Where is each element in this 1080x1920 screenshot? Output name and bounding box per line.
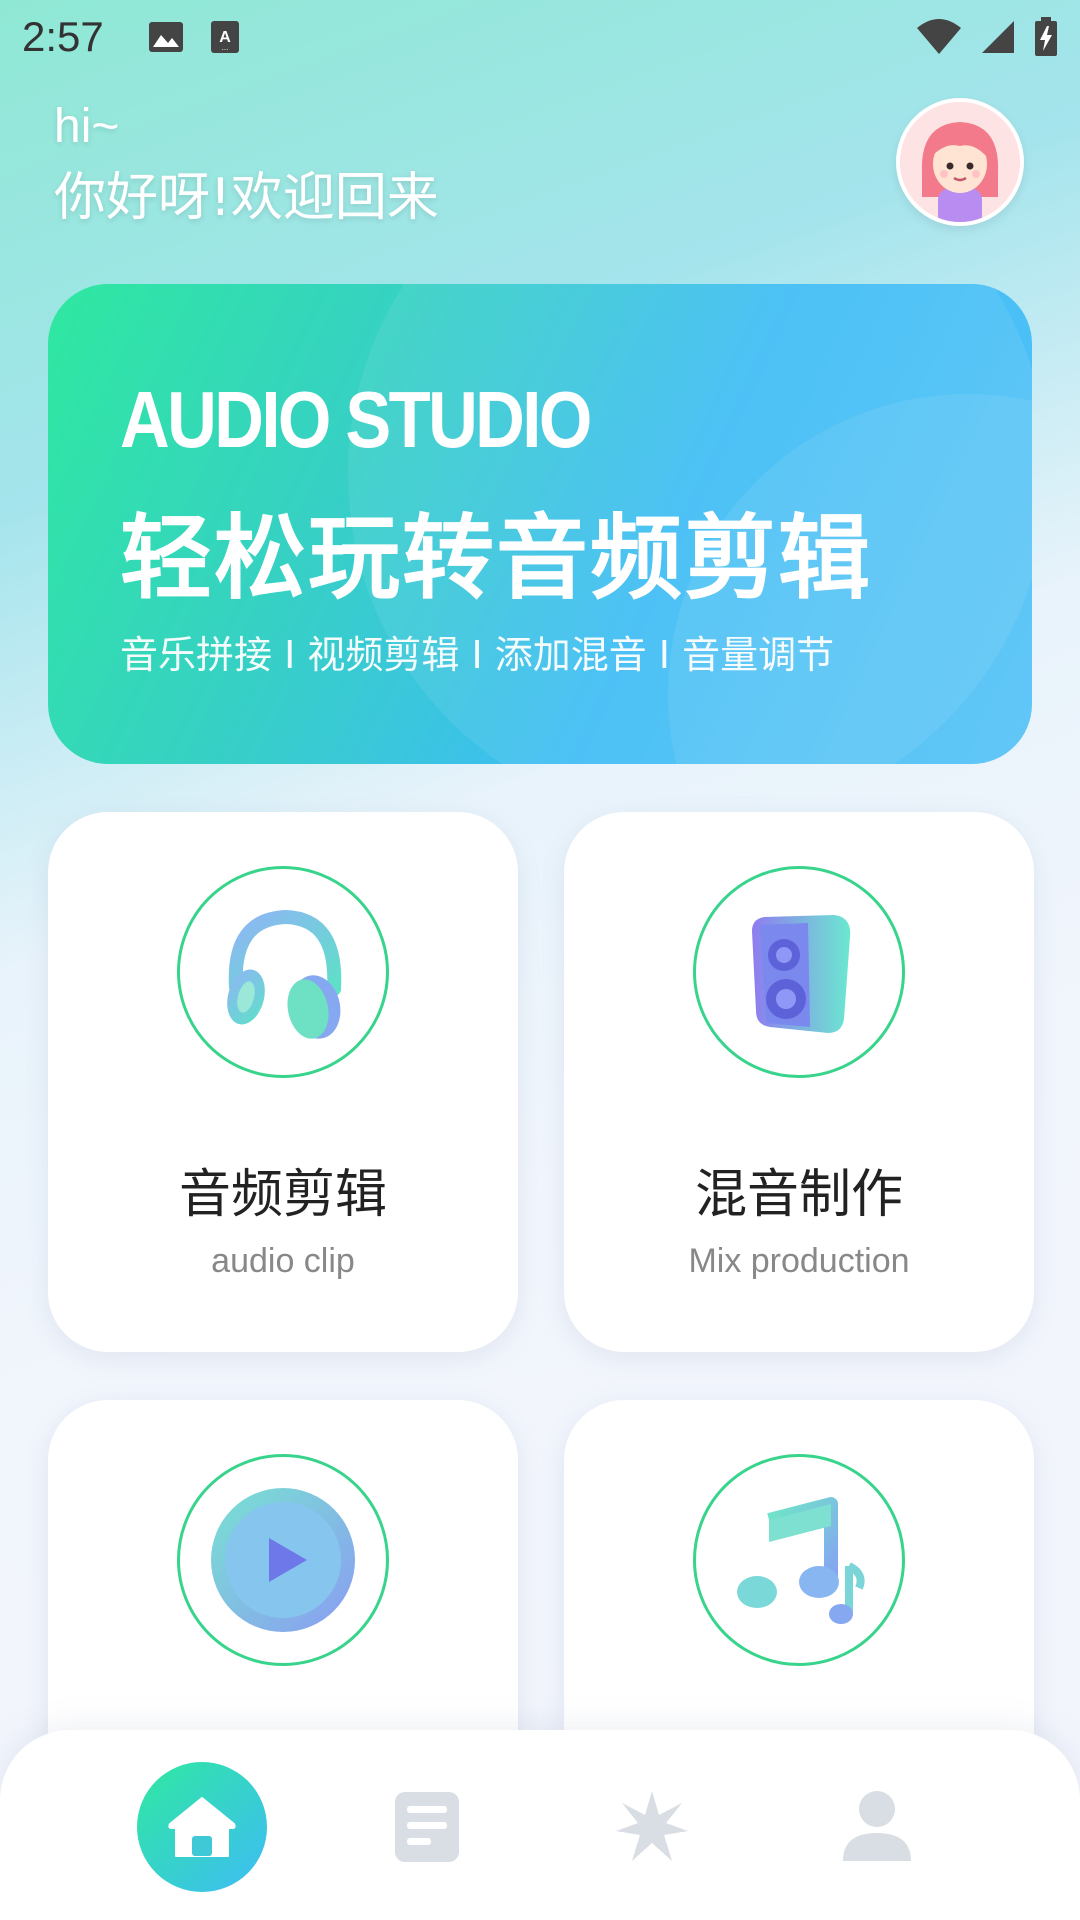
greeting-hi: hi~ xyxy=(54,100,120,153)
greeting: hi~ 你好呀!欢迎回来 xyxy=(54,96,439,238)
card-icon-ring xyxy=(693,1454,905,1666)
speaker-icon xyxy=(752,915,851,1033)
banner-subtitle: 音乐拼接 I 视频剪辑 I 添加混音 I 音量调节 xyxy=(120,633,835,677)
status-bar: 2:57 A ... xyxy=(0,0,1080,74)
user-icon xyxy=(843,1791,911,1861)
banner-headline: 轻松玩转音频剪辑 xyxy=(120,505,873,612)
home-icon xyxy=(168,1797,236,1857)
image-icon xyxy=(148,22,183,52)
card-icon-ring xyxy=(177,1454,389,1666)
hero-banner[interactable]: AUDIO STUDIO 轻松玩转音频剪辑 音乐拼接 I 视频剪辑 I 添加混音… xyxy=(48,284,1032,764)
battery-charging-icon xyxy=(1035,17,1057,56)
nav-effects[interactable] xyxy=(587,1762,717,1892)
bottom-nav xyxy=(0,1730,1080,1920)
card-title: 音频剪辑 xyxy=(178,1165,387,1225)
card-title: 混音制作 xyxy=(694,1165,903,1225)
nav-profile[interactable] xyxy=(812,1762,942,1892)
status-time: 2:57 xyxy=(22,13,104,60)
nav-files[interactable] xyxy=(362,1762,492,1892)
play-icon xyxy=(211,1488,355,1632)
greeting-welcome: 你好呀!欢迎回来 xyxy=(54,168,439,228)
headphones-icon xyxy=(227,909,342,1039)
keyboard-a-icon: A ... xyxy=(210,21,239,53)
sparkle-icon xyxy=(616,1791,688,1861)
card-icon-ring xyxy=(693,866,905,1078)
card-mix-production[interactable]: 混音制作 Mix production xyxy=(564,812,1034,1352)
music-note-icon xyxy=(737,1497,865,1624)
banner-title: AUDIO STUDIO xyxy=(120,375,592,464)
card-subtitle: audio clip xyxy=(211,1242,355,1280)
avatar[interactable] xyxy=(896,98,1024,226)
card-audio-clip[interactable]: 音频剪辑 audio clip xyxy=(48,812,518,1352)
avatar-girl-icon xyxy=(900,102,1020,222)
nav-home[interactable] xyxy=(137,1762,267,1892)
svg-text:...: ... xyxy=(221,43,228,52)
status-icons-left: A ... xyxy=(148,20,240,54)
document-icon xyxy=(395,1792,459,1862)
card-icon-ring xyxy=(177,866,389,1078)
card-subtitle: Mix production xyxy=(688,1242,910,1280)
signal-icon xyxy=(982,21,1014,53)
wifi-icon xyxy=(917,19,961,54)
status-icons-right xyxy=(916,17,1058,57)
